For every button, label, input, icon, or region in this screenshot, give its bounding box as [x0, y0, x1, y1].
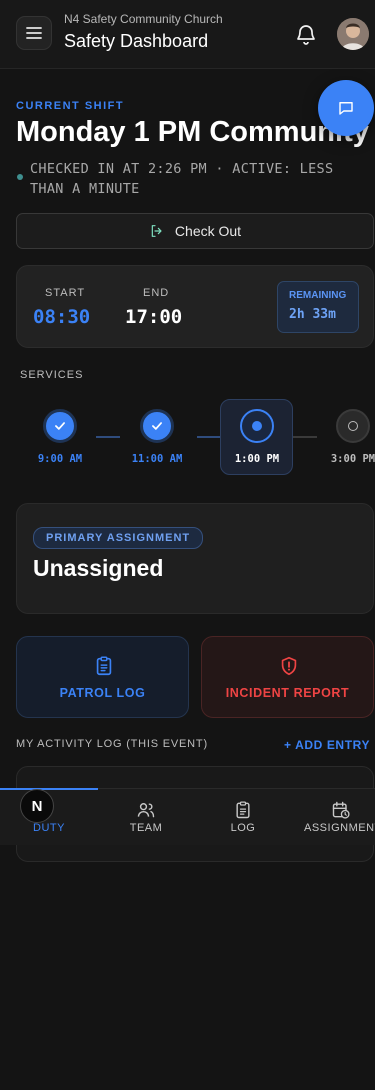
activity-log-label: MY ACTIVITY LOG (THIS EVENT)	[16, 738, 208, 750]
clipboard-icon	[96, 656, 112, 676]
checkin-status: CHECKED IN AT 2:26 PM · ACTIVE: LESS THA…	[30, 161, 334, 197]
assignment-card: PRIMARY ASSIGNMENT Unassigned	[16, 503, 374, 614]
shift-name: Monday 1 PM Community	[16, 116, 369, 148]
add-entry-button[interactable]: + ADD ENTRY	[284, 738, 370, 752]
org-name: N4 Safety Community Church	[64, 12, 223, 26]
check-icon	[55, 422, 65, 430]
services-label: SERVICES	[20, 369, 84, 381]
end-time: 17:00	[125, 306, 183, 328]
dev-tools-badge[interactable]: N	[20, 789, 54, 823]
clipboard-icon	[236, 801, 250, 819]
check-icon	[152, 422, 162, 430]
service-time: 3:00 PM	[330, 453, 375, 465]
service-step-pending[interactable]	[336, 409, 370, 443]
service-step-done[interactable]	[43, 409, 77, 443]
page-title: Safety Dashboard	[64, 31, 209, 51]
avatar[interactable]	[337, 18, 369, 50]
patrol-log-button[interactable]: PATROL LOG	[16, 636, 189, 718]
nav-log-label: LOG	[230, 822, 256, 834]
remaining-badge: REMAINING 2h 33m	[277, 281, 359, 333]
check-out-label: Check Out	[174, 223, 242, 239]
app-header: N4 Safety Community Church Safety Dashbo…	[0, 0, 375, 69]
hamburger-icon	[26, 27, 42, 39]
service-current-indicator	[240, 409, 274, 443]
remaining-value: 2h 33m	[289, 307, 336, 322]
incident-report-button[interactable]: INCIDENT REPORT	[201, 636, 374, 718]
nav-assignments[interactable]: ASSIGNMENTS	[292, 789, 375, 845]
status-dot	[17, 174, 23, 180]
calendar-clock-icon	[332, 801, 350, 819]
bell-icon[interactable]	[294, 22, 318, 46]
primary-assignment-badge: PRIMARY ASSIGNMENT	[33, 527, 204, 549]
end-label: END	[143, 287, 170, 299]
service-time: 9:00 AM	[37, 453, 83, 465]
nav-duty-label: DUTY	[33, 822, 65, 834]
service-connector	[197, 436, 221, 438]
service-time: 1:00 PM	[234, 453, 280, 465]
nav-log[interactable]: LOG	[194, 789, 292, 845]
pending-circle-icon	[348, 421, 358, 431]
nav-assignments-label: ASSIGNMENTS	[304, 822, 375, 834]
assignment-value: Unassigned	[33, 555, 164, 581]
check-out-button[interactable]: Check Out	[16, 213, 374, 249]
bottom-nav: DUTY TEAM LOG ASSIGNMENTS	[0, 788, 375, 845]
start-time: 08:30	[33, 306, 91, 328]
nav-team[interactable]: TEAM	[98, 789, 194, 845]
service-connector	[96, 436, 120, 438]
service-time: 11:00 AM	[131, 453, 183, 465]
start-label: START	[45, 287, 86, 299]
service-connector	[293, 436, 317, 438]
current-shift-label: CURRENT SHIFT	[16, 100, 125, 112]
users-icon	[137, 803, 155, 818]
remaining-label: REMAINING	[289, 290, 347, 301]
current-dot	[252, 421, 262, 431]
menu-button[interactable]	[16, 16, 52, 50]
shield-alert-icon	[281, 656, 297, 676]
shift-time-card: START 08:30 END 17:00 REMAINING 2h 33m	[16, 265, 374, 348]
nav-team-label: TEAM	[129, 822, 163, 834]
service-step-done[interactable]	[140, 409, 174, 443]
chat-bubble-icon	[339, 102, 353, 115]
chat-fab-button[interactable]	[318, 80, 374, 136]
patrol-log-label: PATROL LOG	[59, 686, 146, 700]
incident-report-label: INCIDENT REPORT	[225, 686, 350, 700]
logout-icon	[151, 225, 162, 237]
